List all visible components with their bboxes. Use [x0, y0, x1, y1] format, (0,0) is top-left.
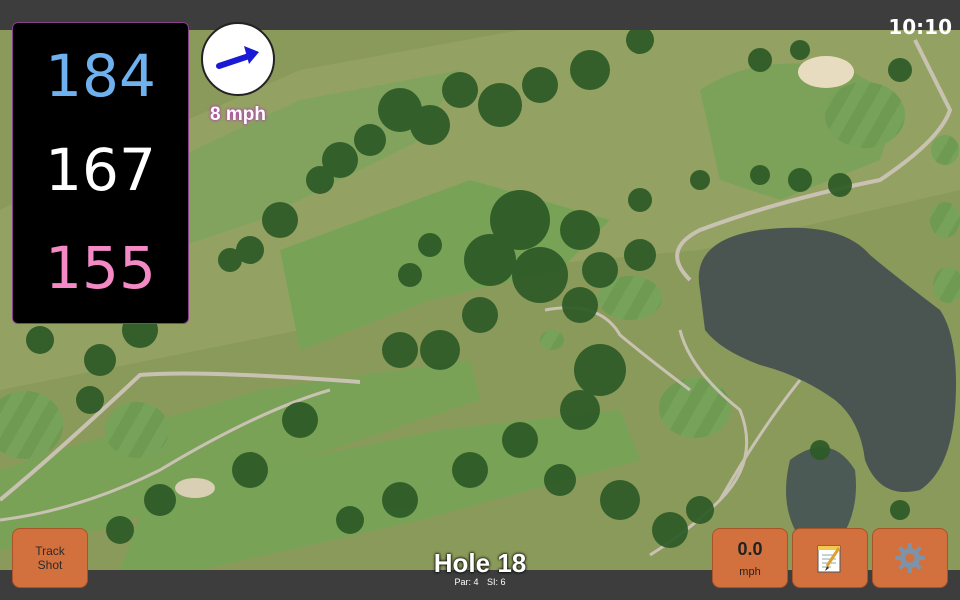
- distance-panel: 184 167 155: [12, 22, 189, 324]
- wind-speed: 8 mph: [210, 104, 266, 125]
- hole-title: Hole 18: [433, 548, 527, 578]
- clock: 10:10: [888, 15, 952, 39]
- track-shot-label-line1: Track: [35, 544, 65, 558]
- hole-meta: Par: 4 SI: 6: [380, 577, 580, 587]
- notes-button[interactable]: [792, 528, 868, 588]
- gear-icon: [895, 543, 925, 573]
- speed-unit: mph: [739, 566, 761, 578]
- speed-button[interactable]: 0.0 mph: [712, 528, 788, 588]
- hole-stroke-index: SI: 6: [487, 577, 506, 587]
- front-distance: 155: [45, 234, 156, 302]
- hole-par: Par: 4: [454, 577, 479, 587]
- wind-dial: [201, 22, 275, 96]
- speed-value: 0.0: [737, 539, 763, 559]
- track-shot-label-line2: Shot: [37, 558, 63, 572]
- back-distance: 184: [45, 42, 156, 110]
- wind-arrow-icon: [216, 46, 259, 69]
- notepad-icon: [817, 545, 841, 573]
- track-shot-button[interactable]: Track Shot: [12, 528, 88, 588]
- settings-button[interactable]: [872, 528, 948, 588]
- center-distance: 167: [45, 136, 156, 204]
